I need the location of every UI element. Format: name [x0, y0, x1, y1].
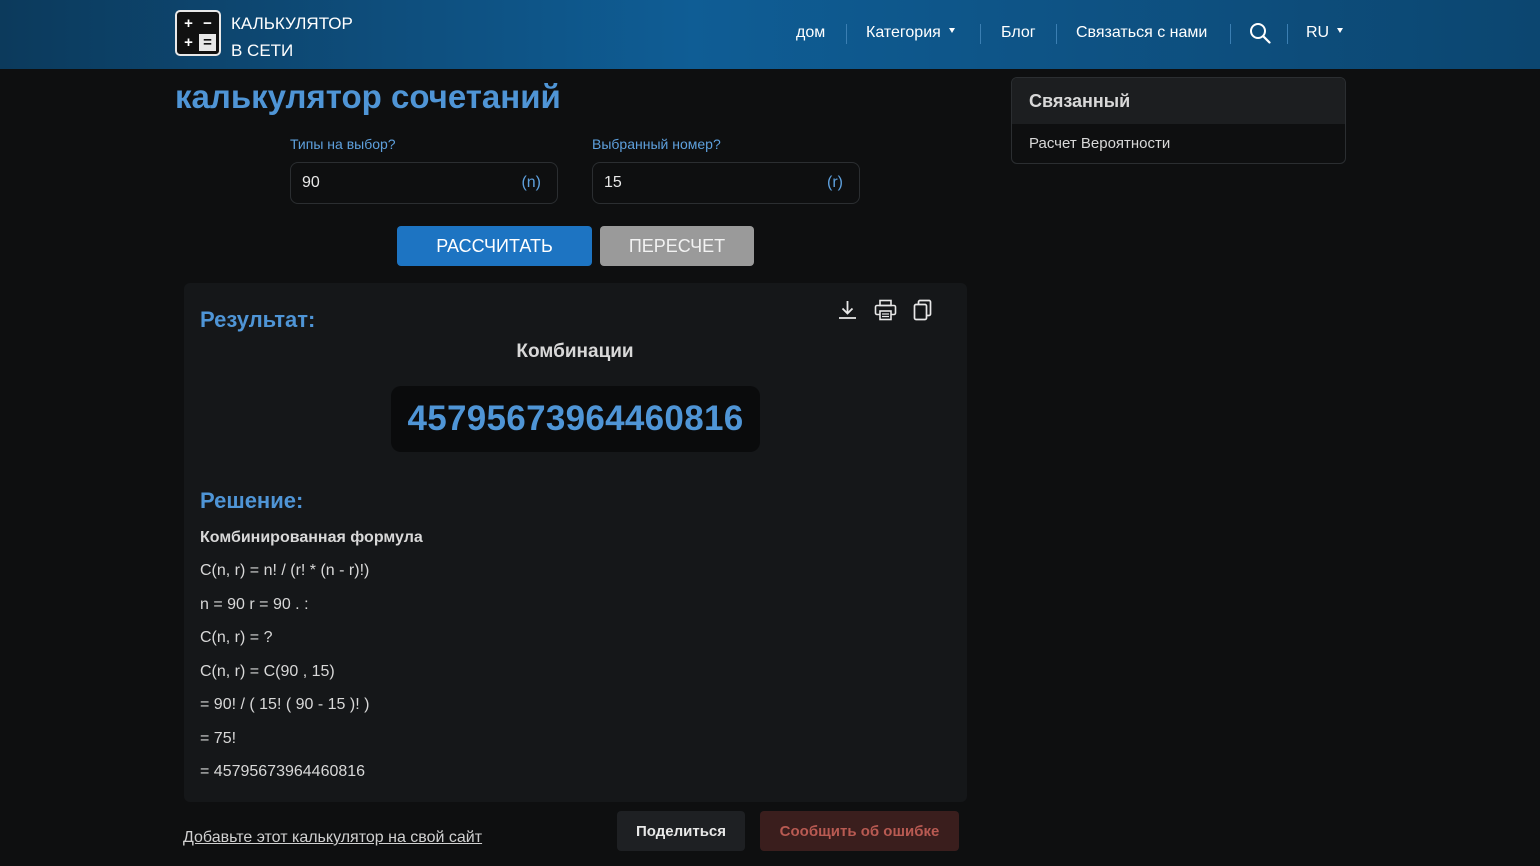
brand-line-1: КАЛЬКУЛЯТОР	[231, 14, 353, 33]
nav-contact[interactable]: Связаться с нами	[1076, 24, 1207, 42]
logo-plus-glyph-2: +	[180, 34, 197, 51]
share-button[interactable]: Поделиться	[617, 811, 745, 851]
solution-step: n = 90 r = 90 . :	[200, 596, 309, 613]
nav-divider	[1230, 24, 1231, 44]
nav-blog[interactable]: Блог	[1001, 24, 1036, 42]
related-sidebar: Связанный Расчет Вероятности	[1011, 77, 1346, 164]
nav-divider	[1287, 24, 1288, 44]
nav-category-label: Категория	[866, 24, 941, 41]
solution-step: C(n, r) = C(90 , 15)	[200, 663, 335, 680]
language-selector[interactable]: RU	[1306, 24, 1344, 42]
language-label: RU	[1306, 24, 1330, 41]
sidebar-item-probability[interactable]: Расчет Вероятности	[1012, 124, 1345, 163]
r-field-label: Выбранный номер?	[592, 136, 721, 152]
copy-icon[interactable]	[913, 299, 933, 321]
nav-category[interactable]: Категория	[866, 24, 955, 42]
download-icon[interactable]	[837, 299, 858, 321]
solution-title: Решение:	[200, 488, 304, 513]
calculate-button[interactable]: РАССЧИТАТЬ	[397, 226, 592, 266]
logo[interactable]: + − + =	[175, 10, 223, 58]
logo-minus-glyph: −	[199, 15, 216, 32]
nav-home[interactable]: дом	[796, 24, 825, 42]
add-calculator-link[interactable]: Добавьте этот калькулятор на свой сайт	[183, 829, 482, 847]
solution-step: = 90! / ( 15! ( 90 - 15 )! )	[200, 696, 370, 713]
page-title: калькулятор сочетаний	[175, 78, 561, 115]
nav-divider	[980, 24, 981, 44]
sidebar-title: Связанный	[1012, 78, 1345, 124]
result-value: 45795673964460816	[407, 399, 744, 438]
r-input-field[interactable]: 15 (r)	[592, 162, 860, 204]
r-suffix: (r)	[827, 174, 843, 191]
formula-title: Комбинированная формула	[200, 529, 423, 546]
nav-divider	[846, 24, 847, 44]
logo-equals-glyph: =	[199, 34, 216, 51]
brand-name[interactable]: КАЛЬКУЛЯТОР В СЕТИ	[231, 10, 353, 64]
calculator-logo-icon: + − + =	[175, 10, 221, 56]
n-input-field[interactable]: 90 (n)	[290, 162, 558, 204]
r-input-value[interactable]: 15	[604, 174, 622, 192]
logo-plus-glyph: +	[180, 15, 197, 32]
search-icon[interactable]	[1249, 22, 1271, 44]
result-caption: Комбинации	[516, 341, 634, 362]
result-title: Результат:	[200, 307, 316, 332]
solution-step: = 45795673964460816	[200, 763, 366, 780]
solution-step: = 75!	[200, 730, 237, 747]
result-value-box: 45795673964460816	[391, 386, 760, 452]
n-field-label: Типы на выбор?	[290, 136, 396, 152]
n-input-value[interactable]: 90	[302, 174, 320, 192]
nav-divider	[1056, 24, 1057, 44]
report-error-button[interactable]: Сообщить об ошибке	[760, 811, 959, 851]
caret-down-icon	[1337, 28, 1344, 34]
n-suffix: (n)	[521, 174, 541, 191]
solution-step: C(n, r) = ?	[200, 629, 273, 646]
print-icon[interactable]	[874, 299, 897, 321]
top-header: + − + = КАЛЬКУЛЯТОР В СЕТИ дом Категория…	[0, 0, 1540, 69]
caret-down-icon	[948, 28, 955, 34]
solution-step: C(n, r) = n! / (r! * (n - r)!)	[200, 562, 370, 579]
brand-line-2: В СЕТИ	[231, 41, 294, 60]
reset-button[interactable]: ПЕРЕСЧЕТ	[600, 226, 754, 266]
